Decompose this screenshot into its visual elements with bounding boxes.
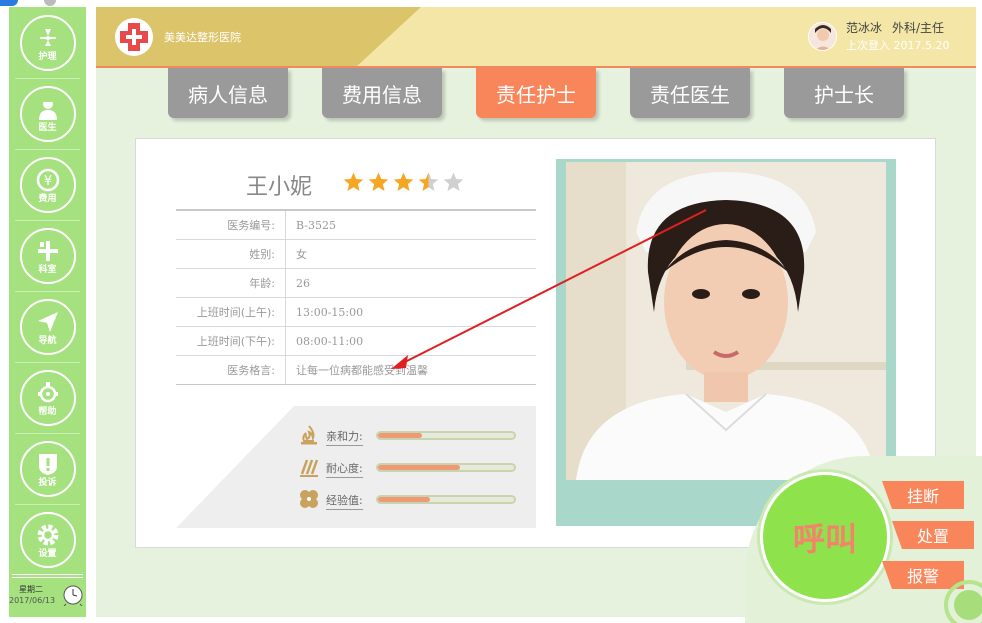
sidebar-item-fee[interactable]: ¥ 费用 [9,149,86,221]
sidebar-item-settings[interactable]: 设置 [9,504,86,576]
skill-label: 亲和力: [326,428,363,446]
sidebar-datetime: 星期二 2017/06/13 [9,574,86,617]
table-row: 医务格言: 让每一位病都能感受到温馨 [176,356,536,385]
info-label: 医务编号: [176,211,286,239]
handle-button[interactable]: 处置 [892,521,974,549]
info-value: 08:00-11:00 [296,334,364,348]
experience-icon [300,490,318,508]
sidebar-double-divider [12,574,83,578]
call-button[interactable]: 呼叫 [760,472,890,602]
info-label: 上班时间(下午): [176,327,286,355]
skill-bar [376,431,516,440]
window-chrome-left [0,0,18,6]
star-icon [418,172,439,192]
last-login: 上次登入 2017.5.20 [846,39,950,52]
sidebar-item-navigation[interactable]: 导航 [9,291,86,363]
complaint-icon [38,453,57,475]
help-icon [37,381,58,402]
sidebar-item-complaint[interactable]: 投诉 [9,433,86,505]
sidebar-item-label: 医生 [38,122,57,133]
skill-row-affinity: 亲和力: [298,424,518,446]
info-label: 姓别: [176,240,286,268]
nurse-portrait-image [566,162,886,480]
info-value: 让每一位病都能感受到温馨 [296,364,428,377]
sidebar-item-nursing[interactable]: 护理 [9,7,86,79]
nurse-info-table: 医务编号: B-3525 姓别: 女 年龄: 26 上班时间(上午): 13:00-15… [176,209,536,385]
skill-label: 耐心度: [326,460,363,478]
sidebar-item-label: 护理 [38,51,57,62]
info-value: 女 [296,248,307,261]
doctor-icon [38,98,57,120]
fee-icon: ¥ [36,168,59,191]
alarm-button[interactable]: 报警 [882,561,964,589]
sidebar-item-help[interactable]: 帮助 [9,362,86,434]
nurse-name: 王小妮 [246,175,313,200]
info-label: 上班时间(上午): [176,298,286,326]
svg-text:¥: ¥ [43,174,51,189]
sidebar-item-label: 费用 [38,193,57,204]
hangup-button[interactable]: 挂断 [882,481,964,509]
skill-label: 经验值: [326,492,363,510]
table-row: 年龄: 26 [176,269,536,298]
user-name: 范冰冰 [846,21,883,35]
header: 美美达整形医院 范冰冰 外科/主任 上次登入 2017.5.20 [96,7,976,67]
table-row: 上班时间(下午): 08:00-11:00 [176,327,536,356]
avatar-icon [809,23,836,50]
date-label: 2017/06/13 [9,596,56,605]
info-value: 26 [296,276,310,290]
weekday-label: 星期二 [19,585,43,594]
sidebar-item-label: 科室 [38,264,57,275]
skills-panel: 亲和力: 耐心度: 经验值: [176,406,536,528]
settings-icon [37,524,58,545]
skill-bar [376,463,516,472]
rating-stars [342,171,465,195]
table-row: 医务编号: B-3525 [176,211,536,240]
sidebar-item-doctor[interactable]: 医生 [9,78,86,150]
sidebar-item-label: 帮助 [38,406,57,417]
tab-responsible-doctor[interactable]: 责任医生 [630,68,750,118]
info-value: 13:00-15:00 [296,305,364,319]
tab-responsible-nurse[interactable]: 责任护士 [476,68,596,118]
patience-icon [300,459,319,477]
hospital-logo-icon [115,18,153,56]
user-role: 外科/主任 [892,21,945,35]
star-icon [368,172,389,192]
sidebar-item-department[interactable]: 科室 [9,220,86,292]
department-icon [37,240,58,261]
header-diagonal [356,7,421,67]
sidebar-item-label: 导航 [38,335,57,346]
star-icon [393,172,414,192]
info-label: 医务格言: [176,356,286,384]
clock-icon [63,585,83,606]
skill-bar [376,495,516,504]
navigation-icon [37,311,58,332]
info-label: 年龄: [176,269,286,297]
star-icon [343,172,364,192]
nurse-photo [566,162,886,480]
table-row: 上班时间(上午): 13:00-15:00 [176,298,536,327]
flame-icon [301,425,317,445]
window-chrome-dot [44,0,56,6]
nursing-icon [39,28,56,46]
star-icon [443,172,464,192]
hospital-name: 美美达整形医院 [164,31,241,44]
skill-row-experience: 经验值: [298,488,518,510]
tab-patient-info[interactable]: 病人信息 [168,68,288,118]
table-row: 姓别: 女 [176,240,536,269]
info-value: B-3525 [296,218,336,232]
avatar[interactable] [808,22,837,51]
sidebar-item-label: 设置 [38,548,57,559]
sidebar-item-label: 投诉 [38,477,57,488]
skill-row-patience: 耐心度: [298,456,518,478]
tab-fee-info[interactable]: 费用信息 [322,68,442,118]
sidebar: 护理 医生 ¥ 费用 科室 导航 帮助 投诉 设置 星期二 2017/06/13 [9,7,86,617]
tab-head-nurse[interactable]: 护士长 [784,68,904,118]
corner-decoration-inner [954,590,982,620]
